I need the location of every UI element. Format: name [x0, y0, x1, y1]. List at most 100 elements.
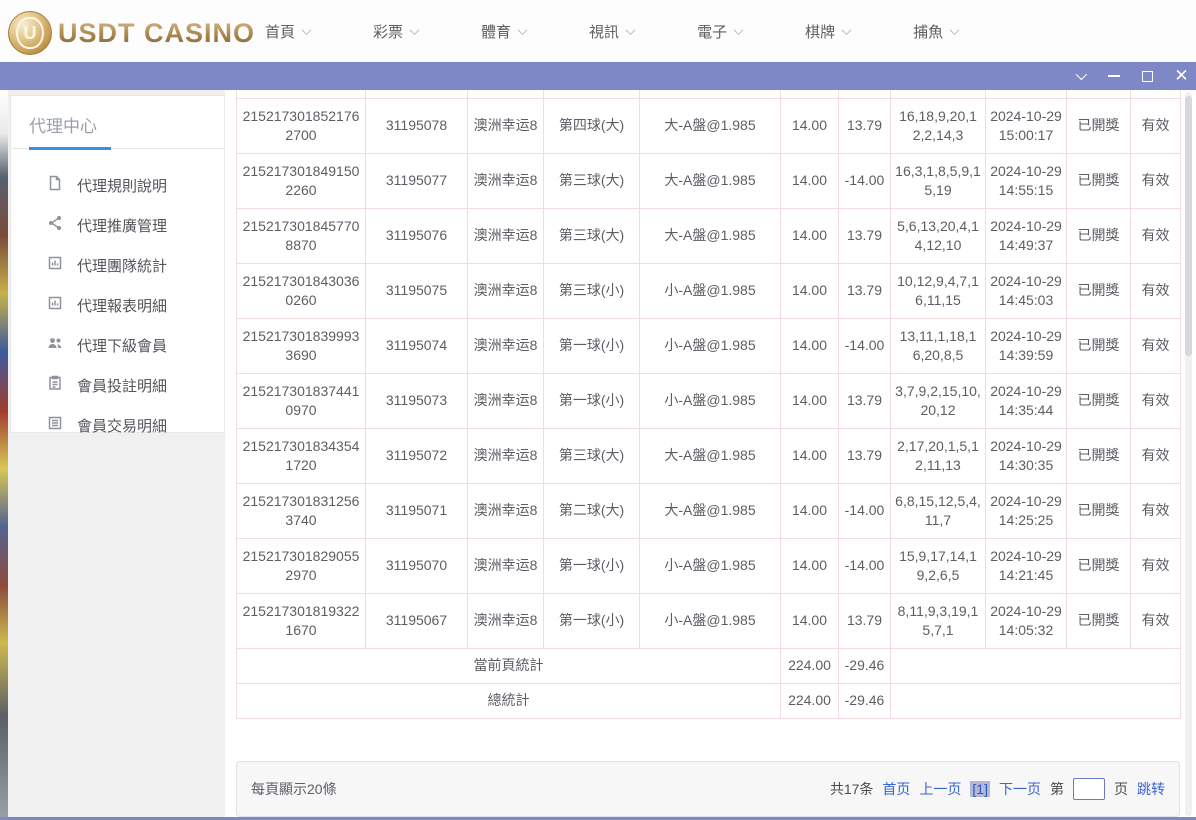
sidebar-item-label: 代理團隊統計 — [77, 255, 167, 276]
cell-win-loss: 13.79 — [839, 208, 891, 263]
summary-label: 當前頁統計 — [237, 648, 781, 683]
current-page-summary-row: 當前頁統計224.00-29.46 — [237, 648, 1181, 683]
cell-play-type: 第二球(大) — [544, 483, 640, 538]
brand-logo[interactable]: U USDT CASINO — [8, 11, 255, 55]
cell-member-id: 31195067 — [366, 593, 468, 648]
page-suffix-label: 页 — [1114, 779, 1128, 799]
cell-status: 已開獎 — [1067, 263, 1131, 318]
cell-amount: 14.00 — [781, 263, 839, 318]
table-row: 215217301843036026031195075澳洲幸运8第三球(小)小-… — [237, 263, 1181, 318]
cell-result: 15,9,17,14,19,2,6,5 — [891, 538, 986, 593]
cell-valid: 有效 — [1131, 208, 1181, 263]
main-nav: 首頁 彩票 體育 視訊 電子 棋牌 捕魚 — [265, 0, 958, 62]
cell-amount: 14.00 — [781, 483, 839, 538]
first-page-link[interactable]: 首页 — [882, 779, 910, 799]
nav-item-1[interactable]: 彩票 — [373, 21, 418, 42]
cell-bet-content: 小-A盤@1.985 — [640, 538, 781, 593]
sidebar-item-5[interactable]: 會員投註明細 — [11, 365, 224, 405]
cell-result: 16,18,9,20,12,2,14,3 — [891, 98, 986, 153]
scrollbar-thumb[interactable] — [1185, 96, 1192, 356]
prev-page-link[interactable]: 上一页 — [919, 779, 961, 799]
cell-result: 8,11,9,3,19,15,7,1 — [891, 593, 986, 648]
cell-order-id: 2152173018457708870 — [237, 208, 366, 263]
cell-status: 已開獎 — [1067, 318, 1131, 373]
summary-win-loss: -29.46 — [839, 648, 891, 683]
cell-bet-content: 小-A盤@1.985 — [640, 593, 781, 648]
cell-result: 10,12,9,4,7,16,11,15 — [891, 263, 986, 318]
nav-item-3[interactable]: 視訊 — [589, 21, 634, 42]
cell-game: 澳洲幸运8 — [468, 483, 544, 538]
nav-item-5[interactable]: 棋牌 — [805, 21, 850, 42]
cell-bet-content: 大-A盤@1.985 — [640, 98, 781, 153]
nav-item-0[interactable]: 首頁 — [265, 21, 310, 42]
cell-game: 澳洲幸运8 — [468, 208, 544, 263]
cell-win-loss: -14.00 — [839, 538, 891, 593]
collapse-icon[interactable] — [1073, 70, 1086, 83]
table-row: 215217301849150226031195077澳洲幸运8第三球(大)大-… — [237, 153, 1181, 208]
sidebar-item-1[interactable]: 代理推廣管理 — [11, 205, 224, 245]
list-icon — [47, 415, 63, 436]
cell-amount: 14.00 — [781, 538, 839, 593]
nav-item-2[interactable]: 體育 — [481, 21, 526, 42]
sidebar-header: 代理中心 — [11, 96, 224, 149]
cell-game: 澳洲幸运8 — [468, 263, 544, 318]
chevron-down-icon — [518, 25, 528, 35]
cell-order-id: 2152173018399933690 — [237, 318, 366, 373]
cell-amount: 14.00 — [781, 98, 839, 153]
current-page-indicator[interactable]: [1] — [970, 781, 990, 797]
table-row: 215217301831256374031195071澳洲幸运8第二球(大)大-… — [237, 483, 1181, 538]
cell-member-id: 31195070 — [366, 538, 468, 593]
cell-game: 澳洲幸运8 — [468, 593, 544, 648]
maximize-icon[interactable] — [1141, 70, 1154, 83]
cell-game: 澳洲幸运8 — [468, 538, 544, 593]
sidebar-item-2[interactable]: 代理團隊統計 — [11, 245, 224, 285]
cell-result: 6,8,15,12,5,4,11,7 — [891, 483, 986, 538]
summary-amount: 224.00 — [781, 683, 839, 718]
cell-valid: 有效 — [1131, 263, 1181, 318]
nav-item-4[interactable]: 電子 — [697, 21, 742, 42]
jump-link[interactable]: 跳转 — [1137, 779, 1165, 799]
vertical-scrollbar[interactable] — [1185, 92, 1192, 816]
cell-play-type: 第一球(小) — [544, 318, 640, 373]
cell-order-id: 2152173018312563740 — [237, 483, 366, 538]
cell-member-id: 31195075 — [366, 263, 468, 318]
sidebar-item-label: 代理規則說明 — [77, 175, 167, 196]
empty-cell — [781, 90, 839, 98]
cell-valid: 有效 — [1131, 373, 1181, 428]
cell-play-type: 第一球(小) — [544, 593, 640, 648]
summary-win-loss: -29.46 — [839, 683, 891, 718]
sidebar-item-3[interactable]: 代理報表明細 — [11, 285, 224, 325]
summary-label: 總統計 — [237, 683, 781, 718]
nav-item-6[interactable]: 捕魚 — [913, 21, 958, 42]
sidebar-title: 代理中心 — [29, 112, 208, 147]
minimize-icon[interactable] — [1107, 70, 1120, 83]
clipboard-icon — [47, 375, 63, 396]
cell-status: 已開獎 — [1067, 208, 1131, 263]
cell-bet-content: 小-A盤@1.985 — [640, 373, 781, 428]
cell-status: 已開獎 — [1067, 153, 1131, 208]
sidebar-item-0[interactable]: 代理規則說明 — [11, 165, 224, 205]
empty-cell — [839, 90, 891, 98]
cell-time: 2024-10-29 14:39:59 — [986, 318, 1067, 373]
pagination-controls: 共17条 首页 上一页 [1] 下一页 第 页 跳转 — [830, 778, 1165, 800]
cell-win-loss: 13.79 — [839, 98, 891, 153]
cell-play-type: 第三球(大) — [544, 428, 640, 483]
chevron-down-icon — [734, 25, 744, 35]
cell-status: 已開獎 — [1067, 538, 1131, 593]
empty-cell — [1067, 90, 1131, 98]
sidebar-item-label: 會員投註明細 — [77, 375, 167, 396]
report-icon — [47, 255, 63, 276]
page-size-label: 每頁顯示20條 — [251, 779, 337, 799]
sidebar-item-4[interactable]: 代理下級會員 — [11, 325, 224, 365]
cell-order-id: 2152173018290552970 — [237, 538, 366, 593]
next-page-link[interactable]: 下一页 — [999, 779, 1041, 799]
cell-win-loss: -14.00 — [839, 153, 891, 208]
cell-result: 3,7,9,2,15,10,20,12 — [891, 373, 986, 428]
sidebar-item-6[interactable]: 會員交易明細 — [11, 405, 224, 445]
page-number-input[interactable] — [1073, 778, 1105, 800]
close-icon[interactable]: ✕ — [1175, 70, 1188, 83]
empty-cell — [366, 90, 468, 98]
cell-game: 澳洲幸运8 — [468, 428, 544, 483]
cell-win-loss: 13.79 — [839, 373, 891, 428]
cell-member-id: 31195078 — [366, 98, 468, 153]
